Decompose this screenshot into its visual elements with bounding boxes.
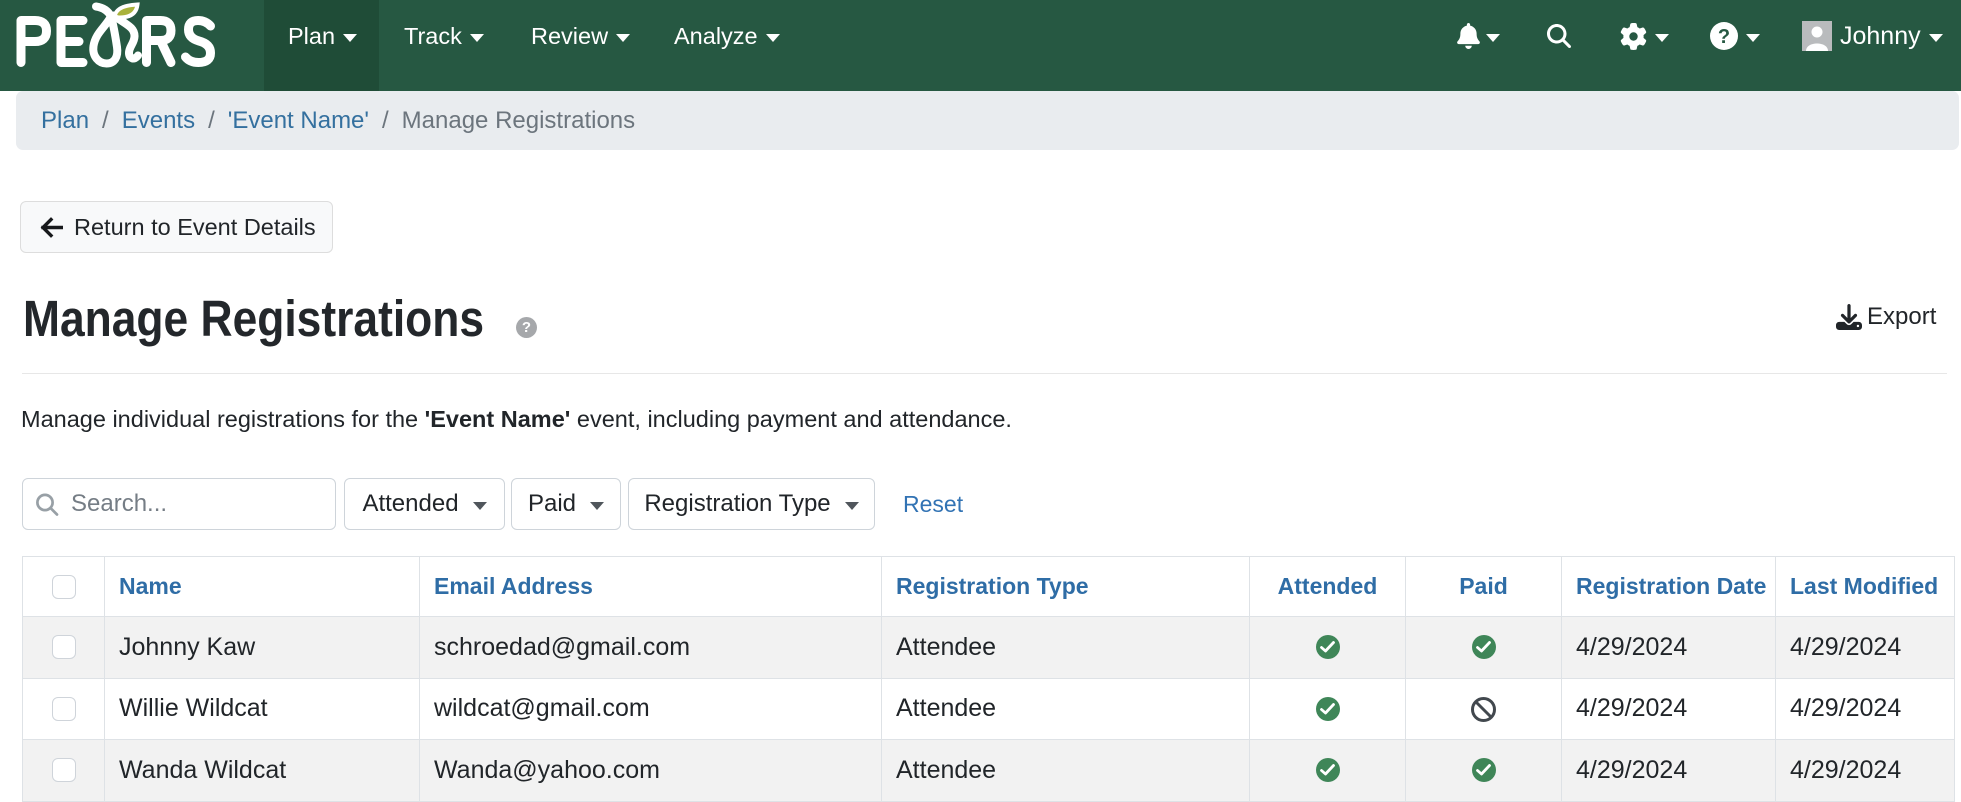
svg-text:?: ? — [1718, 26, 1730, 48]
